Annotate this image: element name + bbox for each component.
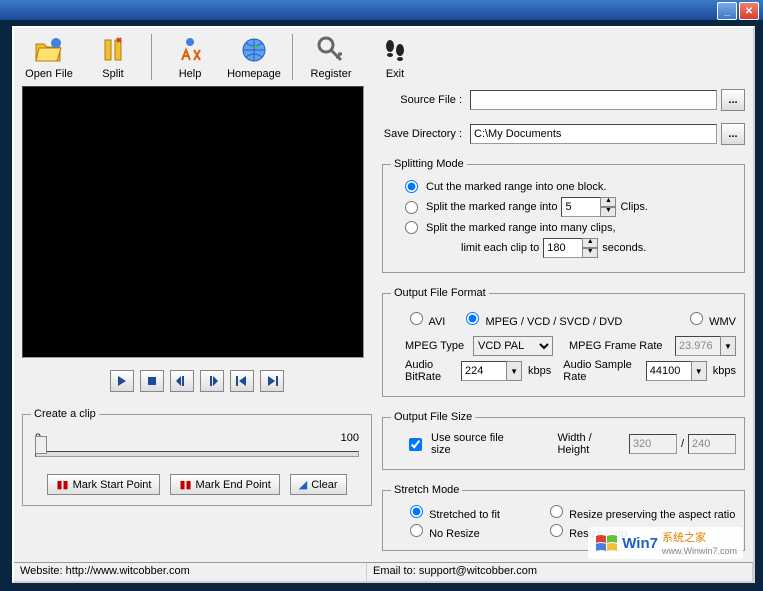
slider-thumb[interactable] (35, 436, 47, 454)
mark-start-button[interactable]: ▮▮Mark Start Point (47, 474, 160, 495)
spin-up-button[interactable]: ▲ (582, 238, 598, 248)
sample-rate-input[interactable] (646, 361, 692, 381)
frame-rate-label: MPEG Frame Rate (569, 340, 669, 352)
main-window: Open File Split Help Homepage Register (12, 26, 755, 583)
video-preview (22, 86, 364, 358)
toolbar-label: Homepage (227, 68, 281, 80)
spin-down-button[interactable]: ▼ (600, 207, 616, 217)
status-email: Email to: support@witcobber.com (367, 563, 753, 581)
source-file-input[interactable] (470, 90, 717, 110)
chevron-down-icon[interactable]: ▼ (720, 336, 736, 356)
splitting-mode-group: Splitting Mode Cut the marked range into… (382, 158, 745, 273)
sample-rate-label: Audio Sample Rate (563, 359, 639, 383)
chevron-down-icon[interactable]: ▼ (506, 361, 522, 381)
clip-slider[interactable]: 0 100 (35, 432, 359, 460)
split-mode-one-block-radio[interactable] (405, 180, 418, 193)
stretch-mode-legend: Stretch Mode (391, 484, 462, 496)
stretch-fit-option[interactable]: Stretched to fit (405, 502, 545, 521)
key-icon (315, 34, 347, 66)
split-mode-clips-radio[interactable] (405, 201, 418, 214)
spin-down-button[interactable]: ▼ (582, 248, 598, 258)
format-mpeg-option[interactable]: MPEG / VCD / SVCD / DVD (461, 309, 622, 328)
eraser-icon: ◢ (299, 478, 307, 491)
output-size-legend: Output File Size (391, 411, 475, 423)
prev-button[interactable] (230, 370, 254, 392)
toolbar-label: Exit (386, 68, 404, 80)
watermark-logo: Win7 系统之家www.Winwin7.com (588, 527, 743, 559)
width-input (629, 434, 677, 454)
marker-icon: ▮▮ (56, 478, 68, 491)
help-icon (174, 34, 206, 66)
step-back-button[interactable] (170, 370, 194, 392)
slider-end-label: 100 (341, 432, 359, 444)
browse-source-button[interactable]: ... (721, 89, 745, 111)
stretch-preserve-option[interactable]: Resize preserving the aspect ratio (545, 502, 735, 521)
toolbar-label: Register (311, 68, 352, 80)
clip-seconds-input[interactable] (543, 238, 583, 258)
mark-end-button[interactable]: ▮▮Mark End Point (170, 474, 279, 495)
split-mode-many-radio[interactable] (405, 221, 418, 234)
step-forward-button[interactable] (200, 370, 224, 392)
stretch-noresize-option[interactable]: No Resize (405, 521, 545, 540)
audio-bitrate-label: Audio BitRate (405, 359, 455, 383)
format-avi-option[interactable]: AVI (405, 309, 445, 328)
source-file-label: Source File : (382, 94, 466, 106)
stop-button[interactable] (140, 370, 164, 392)
footprints-icon (379, 34, 411, 66)
status-website: Website: http://www.witcobber.com (14, 563, 367, 581)
spin-up-button[interactable]: ▲ (600, 197, 616, 207)
save-dir-label: Save Directory : (382, 128, 466, 140)
minimize-button[interactable]: _ (717, 2, 737, 20)
format-wmv-option[interactable]: WMV (685, 309, 736, 328)
create-clip-group: Create a clip 0 100 ▮▮Mark Start Point ▮… (22, 408, 372, 506)
height-input (688, 434, 736, 454)
mpeg-type-label: MPEG Type (405, 340, 467, 352)
chevron-down-icon[interactable]: ▼ (691, 361, 707, 381)
register-button[interactable]: Register (302, 32, 360, 82)
output-format-group: Output File Format AVI MPEG / VCD / SVCD… (382, 287, 745, 397)
folder-open-icon (33, 34, 65, 66)
create-clip-legend: Create a clip (31, 408, 99, 420)
use-source-size-checkbox[interactable]: Use source file size (405, 432, 523, 456)
homepage-button[interactable]: Homepage (225, 32, 283, 82)
windows-icon (594, 532, 618, 554)
save-dir-input[interactable] (470, 124, 717, 144)
open-file-button[interactable]: Open File (20, 32, 78, 82)
toolbar-label: Open File (25, 68, 73, 80)
marker-icon: ▮▮ (179, 478, 191, 491)
browse-dir-button[interactable]: ... (721, 123, 745, 145)
help-button[interactable]: Help (161, 32, 219, 82)
close-button[interactable]: ✕ (739, 2, 759, 20)
clips-count-input[interactable] (561, 197, 601, 217)
toolbar-label: Split (102, 68, 123, 80)
width-height-label: Width / Height (557, 432, 624, 456)
playback-controls (22, 370, 372, 392)
output-format-legend: Output File Format (391, 287, 489, 299)
audio-bitrate-input[interactable] (461, 361, 507, 381)
clear-button[interactable]: ◢Clear (290, 474, 347, 495)
titlebar: _ ✕ (0, 0, 763, 20)
exit-button[interactable]: Exit (366, 32, 424, 82)
splitting-mode-legend: Splitting Mode (391, 158, 467, 170)
status-bar: Website: http://www.witcobber.com Email … (14, 562, 753, 581)
next-button[interactable] (260, 370, 284, 392)
mpeg-type-select[interactable]: VCD PAL (473, 336, 553, 356)
scissors-icon (97, 34, 129, 66)
split-button[interactable]: Split (84, 32, 142, 82)
frame-rate-input (675, 336, 721, 356)
globe-icon (238, 34, 270, 66)
toolbar: Open File Split Help Homepage Register (14, 28, 753, 86)
play-button[interactable] (110, 370, 134, 392)
toolbar-label: Help (179, 68, 202, 80)
output-size-group: Output File Size Use source file size Wi… (382, 411, 745, 470)
